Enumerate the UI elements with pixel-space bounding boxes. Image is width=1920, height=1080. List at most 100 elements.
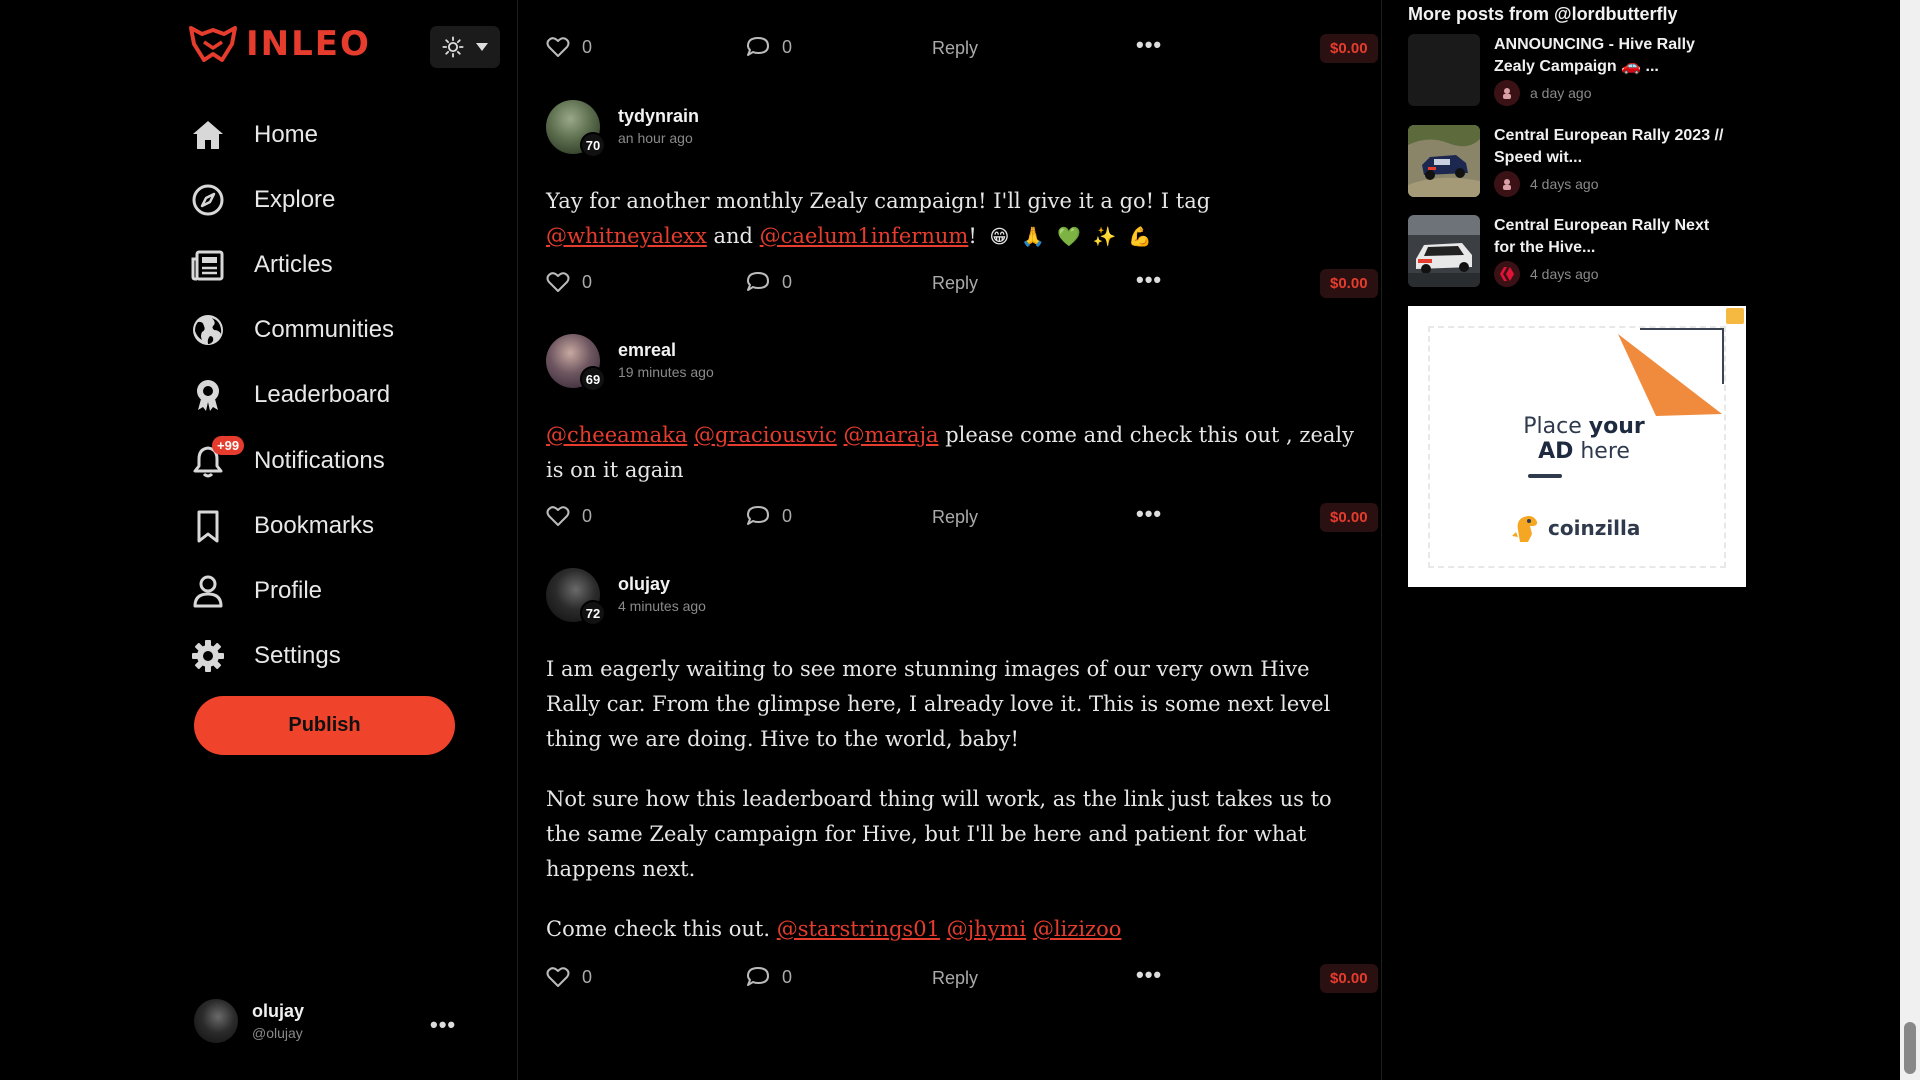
comment-count-button[interactable]: 0 xyxy=(746,36,792,58)
more-options-icon[interactable]: ••• xyxy=(1136,501,1162,527)
reply-button[interactable]: Reply xyxy=(932,273,978,294)
page-scrollbar[interactable] xyxy=(1900,0,1920,1080)
like-button[interactable]: 0 xyxy=(546,966,592,988)
author-avatar[interactable]: 69 xyxy=(546,334,606,392)
scrollbar-thumb[interactable] xyxy=(1904,1022,1916,1074)
mention-link[interactable]: @lizizoo xyxy=(1033,917,1122,941)
theme-toggle-button[interactable] xyxy=(430,26,500,68)
logo-text: INLEO xyxy=(246,24,371,64)
post-time: 4 days ago xyxy=(1530,176,1599,192)
account-name: olujay xyxy=(252,1001,305,1021)
right-sidebar: More posts from @lordbutterfly ANNOUNCIN… xyxy=(1384,0,1904,1080)
user-icon xyxy=(190,571,236,611)
payout-badge[interactable]: $0.00 xyxy=(1320,964,1378,993)
nav-label-home: Home xyxy=(254,120,319,148)
payout-badge[interactable]: $0.00 xyxy=(1320,34,1378,63)
like-count: 0 xyxy=(582,505,593,526)
nav-item-home[interactable]: Home xyxy=(190,102,394,167)
emoji-pray: 🙏 xyxy=(1021,226,1045,248)
like-count: 0 xyxy=(582,271,593,292)
main-navigation: Home Explore Articles Communities Leader… xyxy=(190,102,394,689)
comment-time: 4 minutes ago xyxy=(618,598,706,614)
mention-link[interactable]: @whitneyalexx xyxy=(546,224,707,248)
comment-time: an hour ago xyxy=(618,130,693,146)
sun-settings-icon xyxy=(442,36,464,58)
award-icon xyxy=(190,375,236,415)
nav-item-settings[interactable]: Settings xyxy=(190,624,394,689)
nav-item-communities[interactable]: Communities xyxy=(190,298,394,363)
rally-car-thumbnail xyxy=(1408,125,1480,197)
mention-link[interactable]: @graciousvic xyxy=(694,423,837,447)
nav-label-profile: Profile xyxy=(254,576,323,604)
ad-text-part: Place xyxy=(1523,414,1589,439)
like-button[interactable]: 0 xyxy=(546,271,592,293)
more-options-icon[interactable]: ••• xyxy=(1136,962,1162,988)
comment-paragraph: Not sure how this leaderboard thing will… xyxy=(546,787,1332,881)
account-switcher[interactable]: olujay @olujay xyxy=(194,998,454,1044)
nav-item-notifications[interactable]: +99 Notifications xyxy=(190,428,394,493)
nav-item-explore[interactable]: Explore xyxy=(190,167,394,232)
ad-text-part: AD xyxy=(1538,439,1574,464)
like-button[interactable]: 0 xyxy=(546,505,592,527)
comment-item: 70 tydynrain an hour ago Yay for another… xyxy=(546,100,1356,255)
author-name[interactable]: tydynrain xyxy=(618,106,699,127)
payout-badge[interactable]: $0.00 xyxy=(1320,269,1378,298)
mention-link[interactable]: @caelum1infernum xyxy=(760,224,969,248)
post-title: Central European Rally Next for the Hive… xyxy=(1494,217,1710,256)
compass-icon xyxy=(190,180,236,220)
emoji-flexed-bicep: 💪 xyxy=(1128,226,1152,248)
comment-count-button[interactable]: 0 xyxy=(746,271,792,293)
reputation-badge: 72 xyxy=(580,600,606,626)
comment-time: 19 minutes ago xyxy=(618,364,714,380)
adchoices-icon[interactable] xyxy=(1726,308,1744,324)
related-post[interactable]: Central European Rally Next for the Hive… xyxy=(1408,215,1748,289)
comment-count-button[interactable]: 0 xyxy=(746,966,792,988)
mention-link[interactable]: @starstrings01 xyxy=(777,917,940,941)
like-count: 0 xyxy=(582,966,593,987)
advertisement-banner[interactable]: Place your AD here coinzilla xyxy=(1408,306,1746,587)
emoji-sparkles: ✨ xyxy=(1092,226,1117,248)
reply-button[interactable]: Reply xyxy=(932,507,978,528)
mention-link[interactable]: @cheeamaka xyxy=(546,423,687,447)
author-avatar[interactable]: 72 xyxy=(546,568,606,626)
mention-link[interactable]: @maraja xyxy=(843,423,938,447)
inleo-logo[interactable]: INLEO xyxy=(188,24,371,64)
account-handle: @olujay xyxy=(252,1025,303,1041)
account-more-icon[interactable]: ••• xyxy=(430,1012,456,1038)
author-name[interactable]: emreal xyxy=(618,340,714,361)
nav-label-leaderboard: Leaderboard xyxy=(254,381,391,409)
more-options-icon[interactable]: ••• xyxy=(1136,32,1162,58)
nav-item-leaderboard[interactable]: Leaderboard xyxy=(190,363,394,428)
comment-actions: 0 0 Reply ••• $0.00 xyxy=(546,501,1381,533)
more-options-icon[interactable]: ••• xyxy=(1136,267,1162,293)
nav-item-profile[interactable]: Profile xyxy=(190,558,394,623)
related-post[interactable]: Central European Rally 2023 // Speed wit… xyxy=(1408,125,1748,199)
speech-bubble-icon xyxy=(747,37,769,56)
caret-down-icon xyxy=(476,43,488,51)
author-avatar[interactable]: 70 xyxy=(546,100,606,158)
nav-label-bookmarks: Bookmarks xyxy=(254,511,375,539)
nav-item-bookmarks[interactable]: Bookmarks xyxy=(190,493,394,558)
mention-link[interactable]: @jhymi xyxy=(947,917,1027,941)
account-avatar xyxy=(194,999,238,1043)
comment-actions: 0 0 Reply ••• $0.00 xyxy=(546,962,1381,994)
comment-body: I am eagerly waiting to see more stunnin… xyxy=(546,652,1356,947)
publish-button[interactable]: Publish xyxy=(194,696,455,755)
comment-count-button[interactable]: 0 xyxy=(746,505,792,527)
nav-label-articles: Articles xyxy=(254,250,333,278)
related-post[interactable]: ANNOUNCING - Hive Rally Zealy Campaign 🚗… xyxy=(1408,34,1748,108)
author-name[interactable]: olujay xyxy=(618,574,706,595)
ad-brand-name: coinzilla xyxy=(1548,516,1641,540)
nav-item-articles[interactable]: Articles xyxy=(190,232,394,297)
reply-button[interactable]: Reply xyxy=(932,968,978,989)
nav-label-explore: Explore xyxy=(254,185,336,213)
emoji-green-heart: 💚 xyxy=(1056,226,1081,248)
like-button[interactable]: 0 xyxy=(546,36,592,58)
comment-body: Yay for another monthly Zealy campaign! … xyxy=(546,184,1356,255)
comment-count: 0 xyxy=(782,966,793,987)
comment-text: Yay for another monthly Zealy campaign! … xyxy=(546,189,1211,213)
comment-count: 0 xyxy=(782,505,793,526)
payout-badge[interactable]: $0.00 xyxy=(1320,503,1378,532)
more-posts-heading: More posts from @lordbutterfly xyxy=(1408,4,1678,24)
reply-button[interactable]: Reply xyxy=(932,38,978,59)
